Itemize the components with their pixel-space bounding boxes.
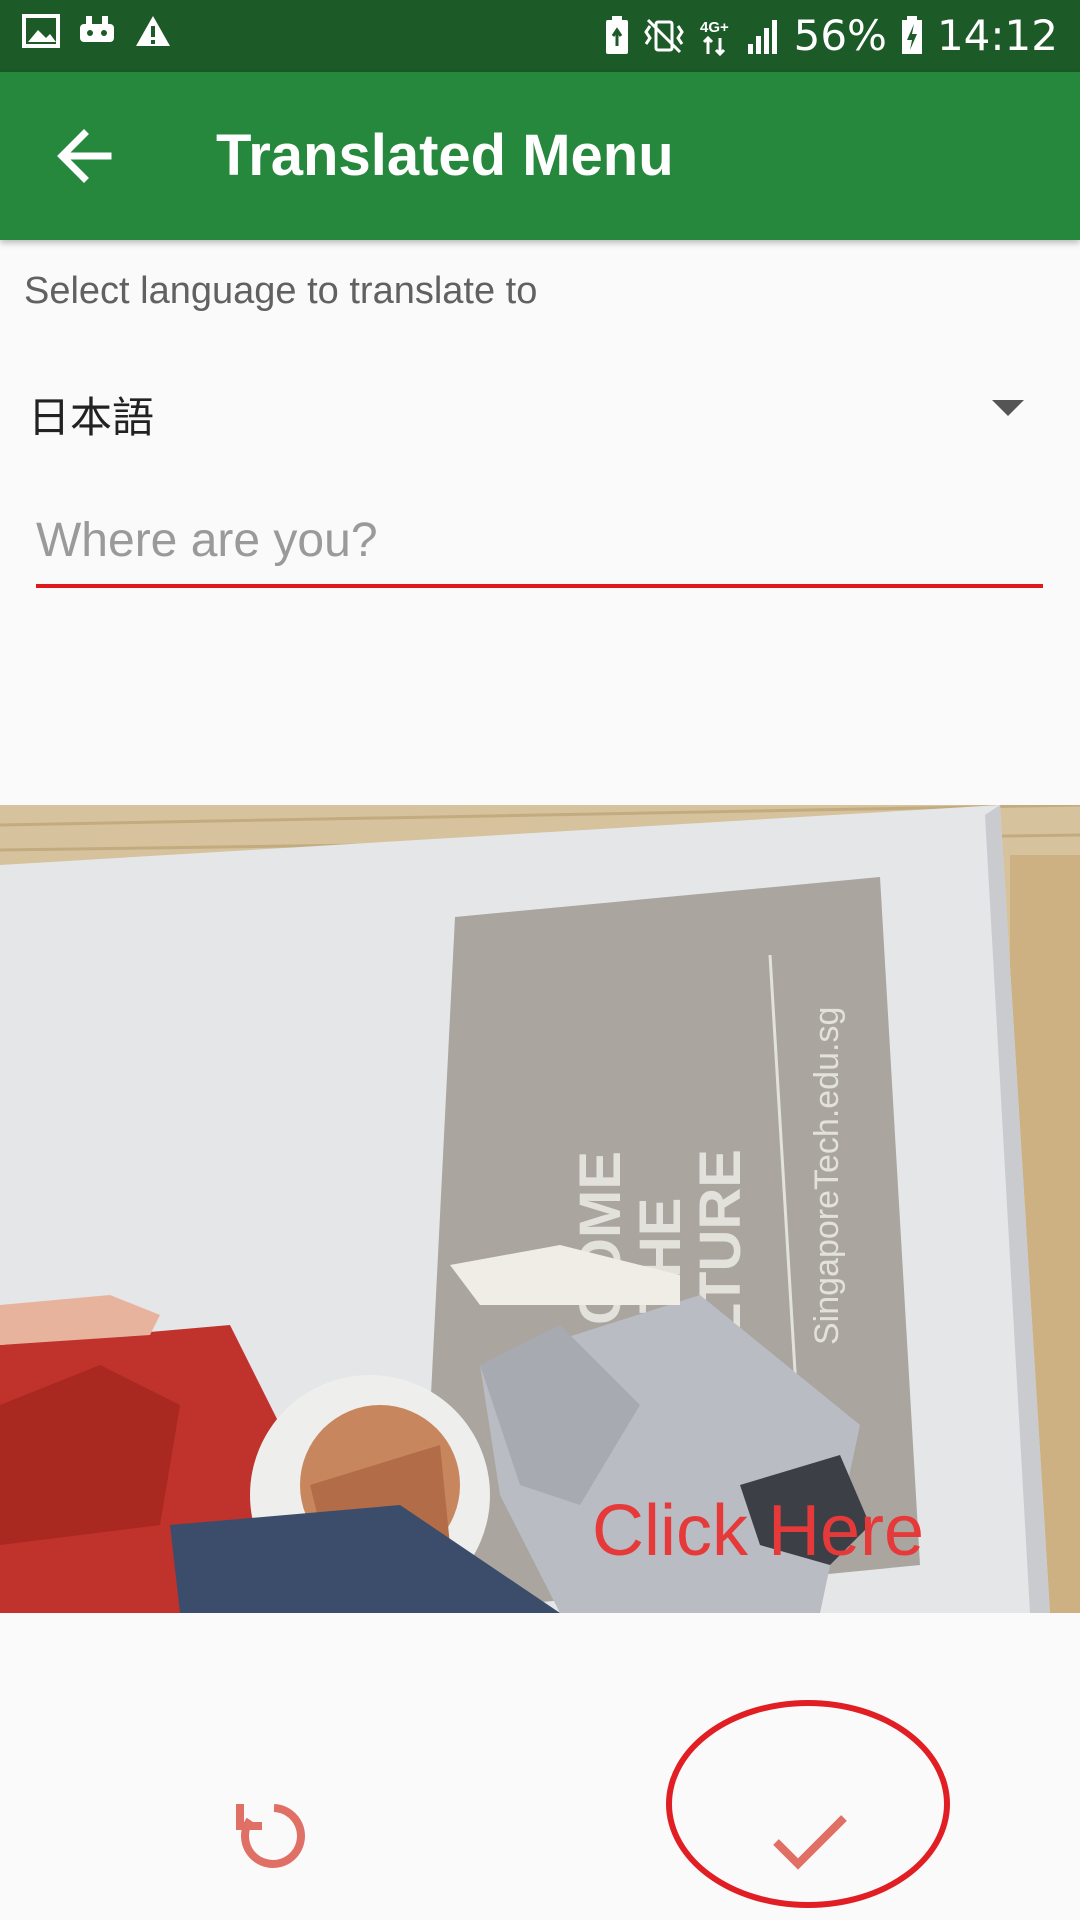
language-label: Select language to translate to [24, 270, 538, 312]
signal-icon [747, 20, 777, 54]
game-icon [80, 16, 114, 42]
warning-icon [136, 16, 170, 46]
click-here-annotation: Click Here [592, 1491, 925, 1571]
language-dropdown[interactable]: 日本語 [24, 370, 1034, 450]
clock: 14:12 [936, 11, 1058, 60]
status-bar: 4G+ 56% 14:12 [0, 0, 1080, 72]
svg-text:4G+: 4G+ [700, 19, 729, 36]
query-input[interactable] [36, 500, 1043, 588]
vibrate-icon [643, 18, 684, 54]
network-4g-icon: 4G+ [700, 19, 729, 56]
back-button[interactable] [44, 112, 132, 200]
battery-saver-icon [605, 16, 628, 54]
language-selected-value: 日本語 [28, 393, 155, 442]
refresh-icon [236, 1804, 305, 1868]
check-icon [773, 1815, 847, 1870]
dropdown-arrow-icon [992, 400, 1024, 416]
page-title: Translated Menu [216, 123, 674, 188]
poster-url: SingaporeTech.edu.sg [808, 1007, 846, 1345]
battery-charging-icon [901, 16, 922, 54]
image-icon [22, 14, 60, 48]
retry-button[interactable] [226, 1790, 316, 1880]
confirm-button[interactable] [760, 1800, 860, 1880]
app-bar: Translated Menu [0, 72, 1080, 240]
arrow-left-icon [57, 129, 112, 183]
battery-percent: 56% [793, 11, 887, 60]
